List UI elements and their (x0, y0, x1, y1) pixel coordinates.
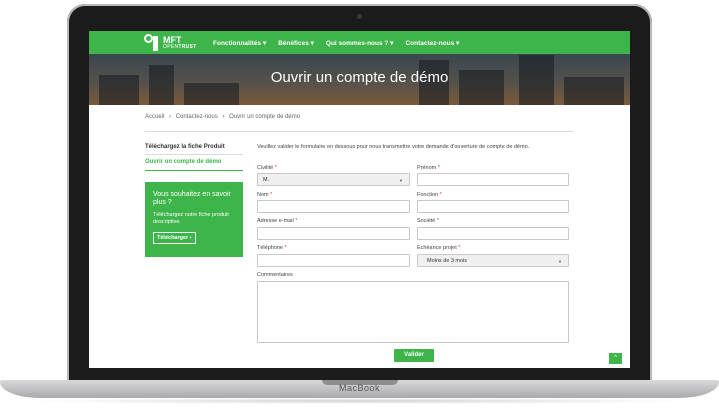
breadcrumb-separator: › (222, 114, 225, 120)
divider (145, 131, 574, 132)
sidebar-item-fiche-produit[interactable]: Téléchargez la fiche Produit (145, 144, 225, 150)
laptop-shadow (20, 398, 699, 404)
submit-button[interactable]: Valider (394, 349, 434, 362)
chevron-down-icon: ▼ (399, 178, 403, 183)
sidebar-item-compte-demo[interactable]: Ouvrir un compte de démo (145, 159, 221, 165)
screen: MFT OPENTRUST Fonctionnalités ▾ Bénéfice… (89, 31, 630, 368)
nom-input[interactable] (257, 200, 410, 213)
commentaires-label: Commentaires (257, 272, 293, 278)
civilite-select[interactable]: M. ▼ (257, 173, 410, 186)
promo-title: Vous souhaitez en savoir plus ? (153, 191, 231, 207)
telephone-label: Téléphone * (257, 245, 287, 251)
promo-text: Téléchargez notre fiche produit descript… (153, 211, 229, 225)
download-promo-box: Vous souhaitez en savoir plus ? Téléchar… (145, 182, 243, 257)
societe-input[interactable] (417, 227, 569, 240)
breadcrumb-contact[interactable]: Contactez-nous (176, 114, 218, 120)
civilite-label: Civilité * (257, 165, 277, 171)
logo-icon (144, 34, 160, 51)
echeance-label: Echéance projet * (417, 245, 461, 251)
breadcrumb-home[interactable]: Accueil (145, 114, 164, 120)
email-label: Adresse e-mail * (257, 218, 298, 224)
hero-banner: Ouvrir un compte de démo (89, 54, 630, 105)
download-button[interactable]: Télécharger › (153, 232, 196, 245)
webcam (357, 14, 362, 19)
fonction-input[interactable] (417, 200, 569, 213)
page-title: Ouvrir un compte de démo (270, 69, 449, 86)
telephone-input[interactable] (257, 254, 410, 267)
sidebar-separator (145, 154, 243, 155)
breadcrumb: Accueil › Contactez-nous › Ouvrir un com… (145, 114, 303, 120)
prenom-label: Prénom * (417, 165, 440, 171)
logo[interactable]: MFT OPENTRUST (144, 33, 197, 52)
laptop-brand: MacBook (338, 383, 381, 393)
nav-item-benefices[interactable]: Bénéfices ▾ (278, 39, 314, 47)
logo-line2: OPENTRUST (163, 43, 197, 50)
prenom-input[interactable] (417, 173, 569, 186)
societe-label: Société * (417, 218, 440, 224)
nom-label: Nom * (257, 192, 273, 198)
breadcrumb-separator: › (169, 114, 172, 120)
nav-item-contactez-nous[interactable]: Contactez-nous ▾ (405, 39, 459, 47)
email-input[interactable] (257, 227, 410, 240)
navbar: MFT OPENTRUST Fonctionnalités ▾ Bénéfice… (89, 31, 630, 54)
form-intro: Veuillez valider le formulaire en dessou… (257, 144, 530, 150)
commentaires-textarea[interactable] (257, 281, 569, 343)
chevron-down-icon: ▼ (558, 259, 562, 264)
breadcrumb-current: Ouvrir un compte de démo (229, 114, 301, 120)
echeance-select[interactable]: Moins de 3 mois ▼ (417, 254, 569, 267)
nav-menu: Fonctionnalités ▾ Bénéfices ▾ Qui sommes… (213, 31, 471, 54)
back-to-top-button[interactable]: ^ (609, 353, 622, 364)
nav-item-qui-sommes-nous[interactable]: Qui sommes-nous ? ▾ (326, 39, 394, 47)
sidebar-active-underline (145, 170, 243, 171)
fonction-label: Fonction * (417, 192, 442, 198)
nav-item-fonctionnalites[interactable]: Fonctionnalités ▾ (213, 39, 266, 47)
